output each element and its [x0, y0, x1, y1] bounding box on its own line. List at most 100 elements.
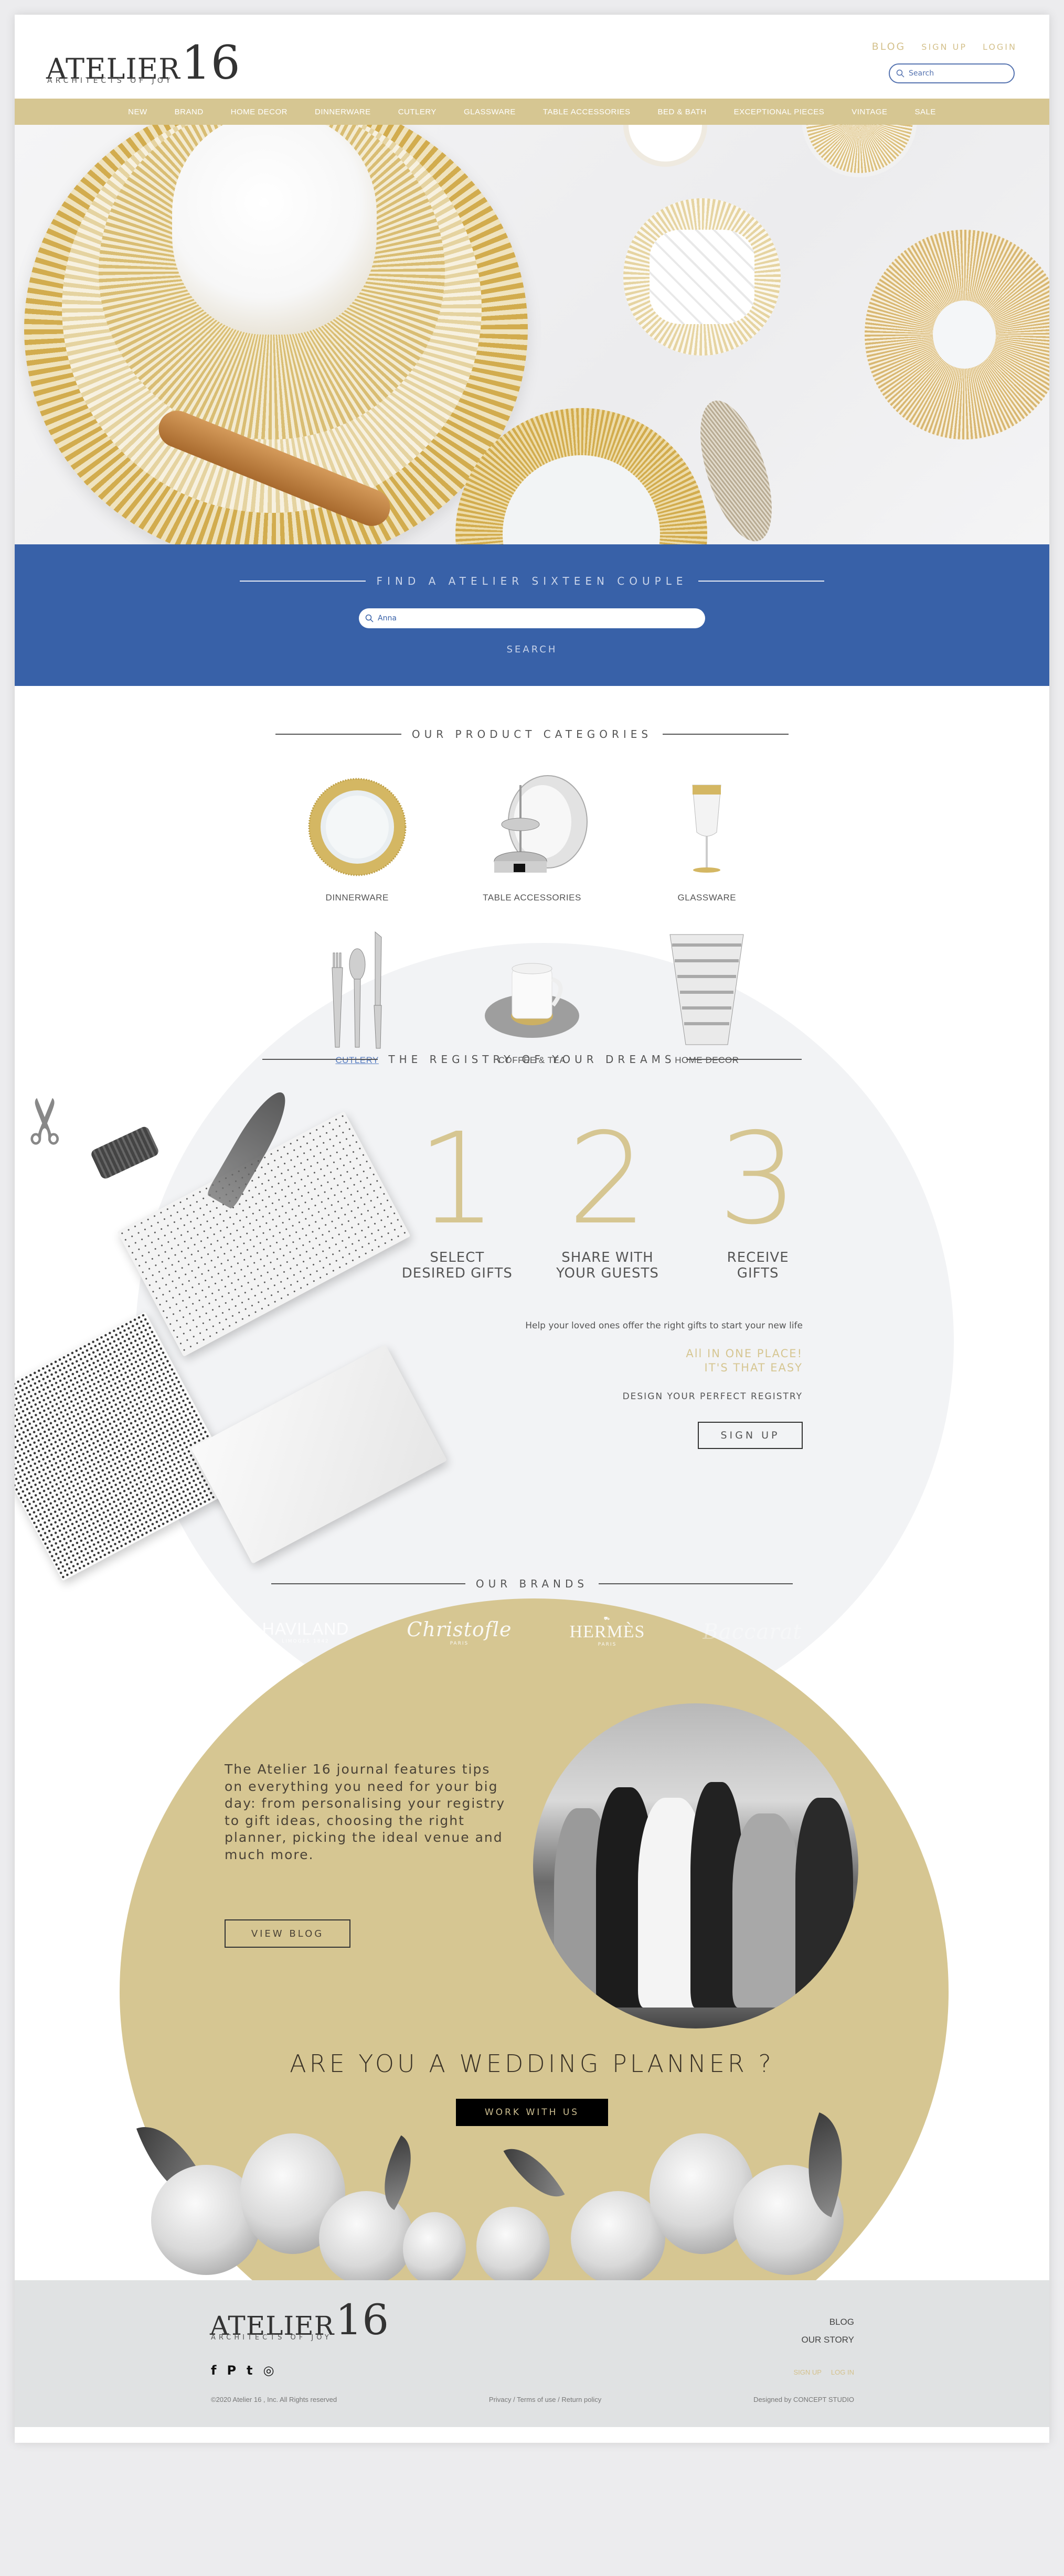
cutlery-icon [294, 929, 420, 1050]
hero-image [15, 125, 1049, 544]
logo-tagline: ARCHITECTS OF JOY [211, 2334, 332, 2342]
registry-section: ✂ THE REGISTRY OF YOUR DREAMS 1 SELECT D… [15, 943, 1049, 2385]
header-signup-link[interactable]: SIGN UP [921, 42, 967, 52]
nav-item-vintage[interactable]: VINTAGE [852, 108, 887, 116]
gift-boxes-image: ✂ [15, 1074, 448, 1581]
registry-signup-button[interactable]: SIGN UP [698, 1421, 803, 1449]
logo-number: 16 [335, 2295, 389, 2344]
brand-subtitle: PARIS [598, 1642, 617, 1647]
nav-item-new[interactable]: NEW [128, 108, 147, 116]
nav-item-table-accessories[interactable]: TABLE ACCESSORIES [543, 108, 631, 116]
registry-design-text: DESIGN YOUR PERFECT REGISTRY [622, 1391, 803, 1402]
gift-box [190, 1345, 448, 1564]
brand-logos: HAVILAND LIMOGES 1842 Christofle PARIS ⛟… [15, 1616, 1049, 1647]
divider-line [275, 734, 401, 735]
header-search-input[interactable] [909, 69, 1003, 78]
footer-signup-link[interactable]: SIGN UP [793, 2368, 821, 2376]
brand-logo-haviland[interactable]: HAVILAND LIMOGES 1842 [262, 1619, 349, 1644]
social-links: f P t ◎ [211, 2363, 274, 2378]
brand-logo-baccarat[interactable]: Baccarat [703, 1620, 802, 1644]
category-home-decor[interactable]: HOME DECOR [620, 929, 794, 1066]
category-table-accessories[interactable]: TABLE ACCESSORIES [444, 767, 619, 903]
couple-search-section: FIND A ATELIER SIXTEEN COUPLE SEARCH [15, 544, 1049, 686]
category-coffee-tea[interactable]: COFFEE & TEA [444, 929, 619, 1066]
site-logo[interactable]: ATELIER 16 ARCHITECTS OF JOY [46, 39, 240, 85]
registry-steps: 1 SELECT DESIRED GIFTS 2 SHARE WITH YOUR… [382, 1116, 833, 1282]
footer-login-link[interactable]: LOG IN [831, 2368, 854, 2376]
footer-logo[interactable]: ATELIER 16 ARCHITECTS OF JOY [210, 2295, 389, 2344]
brand-logo-hermes[interactable]: ⛟ HERMÈS PARIS [570, 1616, 645, 1647]
couple-search-button[interactable]: SEARCH [507, 644, 558, 655]
plate-icon [294, 767, 420, 887]
teacup [623, 125, 707, 167]
nav-item-cutlery[interactable]: CUTLERY [398, 108, 437, 116]
leaf [503, 2135, 565, 2210]
roses-image [136, 2112, 949, 2285]
couple-search-title: FIND A ATELIER SIXTEEN COUPLE [240, 575, 824, 587]
categories-heading: OUR PRODUCT CATEGORIES [411, 728, 653, 740]
registry-title: THE REGISTRY OF YOUR DREAMS [15, 1053, 1049, 1066]
category-cutlery[interactable]: CUTLERY [270, 929, 444, 1066]
brand-name: Christofle [407, 1617, 512, 1641]
category-glassware[interactable]: GLASSWARE [620, 767, 794, 903]
nav-item-exceptional-pieces[interactable]: EXCEPTIONAL PIECES [734, 108, 825, 116]
nav-item-home-decor[interactable]: HOME DECOR [231, 108, 288, 116]
registry-help-text: Help your loved ones offer the right gif… [525, 1321, 803, 1331]
nav-item-bed-bath[interactable]: BED & BATH [658, 108, 707, 116]
header-login-link[interactable]: LOGIN [983, 42, 1017, 52]
main-nav: NEW BRAND HOME DECOR DINNERWARE CUTLERY … [15, 99, 1049, 125]
couple-search-heading: FIND A ATELIER SIXTEEN COUPLE [376, 575, 688, 587]
brands-title: OUR BRANDS [15, 1577, 1049, 1590]
instagram-icon[interactable]: ◎ [263, 2363, 274, 2378]
nav-item-dinnerware[interactable]: DINNERWARE [315, 108, 371, 116]
categories-grid: DINNERWARE TABLE ACCESSORIES GLASSWARE C… [270, 767, 794, 1066]
registry-step: 1 SELECT DESIRED GIFTS [382, 1116, 533, 1282]
designer-credit: Designed by CONCEPT STUDIO [753, 2396, 854, 2403]
brand-logo-christofle[interactable]: Christofle PARIS [407, 1618, 512, 1646]
site-footer: ATELIER 16 ARCHITECTS OF JOY BLOG OUR ST… [15, 2280, 1049, 2427]
footer-blog-link[interactable]: BLOG [802, 2317, 854, 2327]
ribbon-spool [89, 1125, 161, 1180]
divider-line [663, 734, 789, 735]
divider-line [698, 581, 824, 582]
header-links: BLOG SIGN UP LOGIN [872, 41, 1017, 52]
facebook-icon[interactable]: f [211, 2363, 216, 2378]
header-search[interactable] [889, 63, 1015, 83]
brand-subtitle: PARIS [450, 1640, 469, 1646]
cup-icon [469, 929, 595, 1050]
journal-section: The Atelier 16 journal features tips on … [15, 1682, 1049, 2039]
pinterest-icon[interactable]: P [227, 2363, 236, 2378]
champagne-glass-icon [644, 767, 770, 887]
nav-item-brand[interactable]: BRAND [175, 108, 204, 116]
planner-heading: ARE YOU A WEDDING PLANNER ? [290, 2049, 774, 2078]
category-label: GLASSWARE [677, 893, 737, 903]
nav-item-glassware[interactable]: GLASSWARE [464, 108, 516, 116]
step-number: 2 [567, 1105, 648, 1252]
couple-search-field[interactable] [359, 608, 705, 628]
search-icon [365, 614, 374, 622]
category-dinnerware[interactable]: DINNERWARE [270, 767, 444, 903]
footer-bottom-bar: ©2020 Atelier 16 , Inc. All Rights reser… [211, 2396, 854, 2403]
category-label: DINNERWARE [325, 893, 389, 903]
legal-links[interactable]: Privacy / Terms of use / Return policy [489, 2396, 601, 2403]
step-label: RECEIVE GIFTS [727, 1250, 789, 1281]
registry-easy-text: All IN ONE PLACE! IT'S THAT EASY [686, 1347, 803, 1375]
header-blog-link[interactable]: BLOG [872, 41, 906, 52]
brand-name: HERMÈS [569, 1622, 645, 1641]
page-bottom-padding [15, 2427, 1049, 2443]
logo-tagline: ARCHITECTS OF JOY [47, 77, 174, 85]
divider-line [686, 1059, 802, 1060]
couple-search-input[interactable] [378, 614, 693, 622]
brands-section: OUR BRANDS HAVILAND LIMOGES 1842 Christo… [15, 1577, 1049, 1682]
registry-step: 2 SHARE WITH YOUR GUESTS [533, 1116, 683, 1282]
nav-item-sale[interactable]: SALE [915, 108, 936, 116]
page: ATELIER 16 ARCHITECTS OF JOY BLOG SIGN U… [15, 15, 1049, 2443]
view-blog-button[interactable]: VIEW BLOG [225, 1919, 350, 1948]
brands-heading: OUR BRANDS [475, 1577, 589, 1590]
twitter-icon[interactable]: t [247, 2363, 252, 2378]
footer-our-story-link[interactable]: OUR STORY [802, 2335, 854, 2345]
groomsman-figure [795, 1798, 853, 2008]
divider-line [271, 1583, 465, 1584]
wedding-planner-section: ARE YOU A WEDDING PLANNER ? WORK WITH US [15, 2039, 1049, 2285]
rose [476, 2207, 550, 2285]
